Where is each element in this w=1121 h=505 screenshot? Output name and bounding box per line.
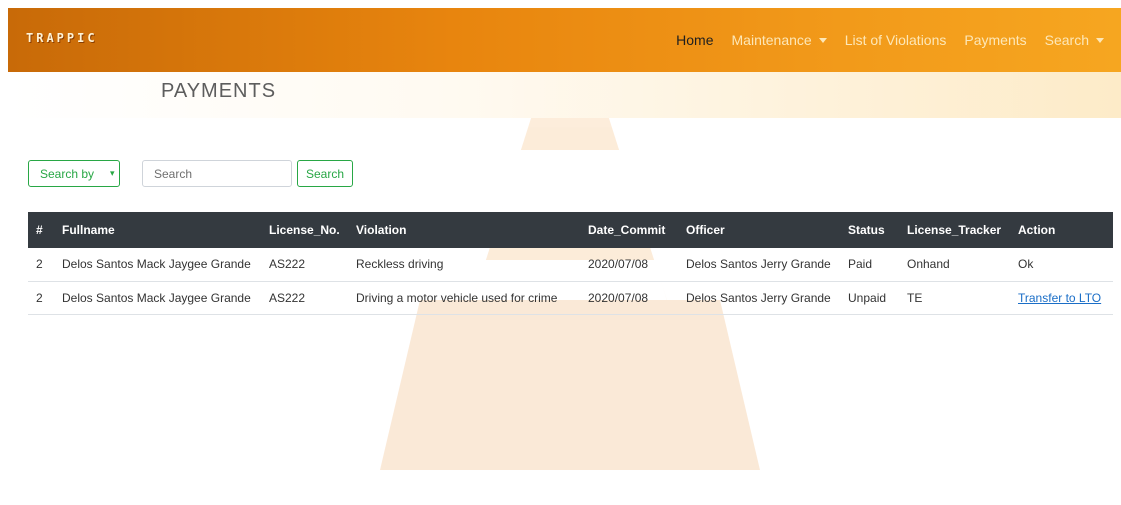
- cell-number: 2: [36, 257, 43, 272]
- search-by-label: Search by: [40, 166, 95, 181]
- nav-home-label: Home: [676, 32, 714, 48]
- search-button[interactable]: Search: [297, 160, 354, 187]
- col-header-license-tracker: License_Tracker: [907, 223, 1002, 237]
- search-bar: Search by ▾ Search: [28, 160, 354, 187]
- nav-list-of-violations[interactable]: List of Violations: [845, 32, 947, 48]
- col-header-fullname: Fullname: [62, 223, 115, 237]
- col-header-status: Status: [848, 223, 885, 237]
- search-by-select[interactable]: Search by ▾: [28, 160, 120, 187]
- search-input[interactable]: [142, 160, 292, 187]
- cell-action: Transfer to LTO: [1010, 281, 1113, 314]
- cell-violation: Reckless driving: [356, 257, 444, 272]
- cell-fullname: Delos Santos Mack Jaygee Grande: [62, 257, 251, 272]
- table-header-row: # Fullname License_No. Violation Date_Co…: [28, 212, 1113, 248]
- nav-search-dropdown[interactable]: Search: [1045, 32, 1104, 48]
- nav-menu: Home Maintenance List of Violations Paym…: [667, 32, 1113, 48]
- cell-license-no: AS222: [269, 290, 306, 305]
- table-row: 2 Delos Santos Mack Jaygee Grande AS222 …: [28, 248, 1113, 281]
- nav-payments[interactable]: Payments: [964, 32, 1026, 48]
- cell-violation: Driving a motor vehicle used for crime: [356, 290, 558, 305]
- caret-down-icon: [1096, 37, 1104, 43]
- top-navbar: TRAPPIC Home Maintenance List of Violati…: [8, 8, 1121, 72]
- cell-fullname: Delos Santos Mack Jaygee Grande: [62, 290, 251, 305]
- cell-status: Paid: [848, 257, 873, 272]
- page-title: PAYMENTS: [161, 80, 277, 102]
- cell-license-no: AS222: [269, 257, 306, 272]
- table-row: 2 Delos Santos Mack Jaygee Grande AS222 …: [28, 281, 1113, 314]
- cell-license-tracker: TE: [907, 290, 923, 305]
- col-header-action: Action: [1018, 223, 1056, 237]
- brand-logo[interactable]: TRAPPIC: [26, 31, 98, 45]
- transfer-to-lto-link[interactable]: Transfer to LTO: [1018, 291, 1101, 305]
- cell-status: Unpaid: [848, 290, 887, 305]
- nav-maintenance-label: Maintenance: [731, 32, 812, 48]
- nav-payments-label: Payments: [964, 32, 1027, 48]
- caret-down-icon: [818, 37, 827, 43]
- payments-table: # Fullname License_No. Violation Date_Co…: [28, 212, 1113, 315]
- cell-action-ok: Ok: [1018, 257, 1034, 272]
- cell-officer: Delos Santos Jerry Grande: [686, 290, 831, 305]
- col-header-license-no: License_No.: [269, 223, 340, 237]
- nav-maintenance-dropdown[interactable]: Maintenance: [732, 32, 827, 48]
- col-header-officer: Officer: [686, 223, 725, 237]
- cell-license-tracker: Onhand: [907, 257, 950, 272]
- col-header-date-commit: Date_Commit: [588, 223, 666, 237]
- cell-officer: Delos Santos Jerry Grande: [686, 257, 831, 272]
- nav-home[interactable]: Home: [676, 32, 713, 48]
- nav-search-label: Search: [1044, 32, 1089, 48]
- nav-list-of-violations-label: List of Violations: [844, 32, 947, 48]
- cell-date-commit: 2020/07/08: [588, 257, 649, 272]
- col-header-violation: Violation: [356, 223, 407, 237]
- cell-date-commit: 2020/07/08: [588, 290, 649, 305]
- dropdown-arrow-icon: ▾: [110, 168, 115, 178]
- col-header-number: #: [36, 223, 43, 237]
- cell-number: 2: [36, 290, 43, 305]
